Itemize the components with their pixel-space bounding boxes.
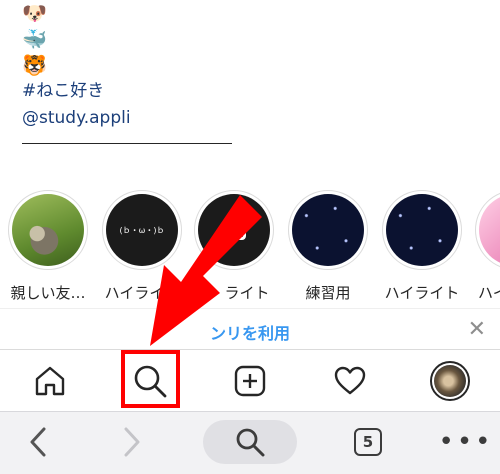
story-highlights: 親しい友… (ｂ・ω・)ｂ ハイライト ライト 練習用 ハイライト ハイ <box>0 190 500 305</box>
highlight-item[interactable]: 親しい友… <box>3 190 93 303</box>
tiger-emoji: 🐯 <box>22 53 47 77</box>
highlight-label: 練習用 <box>305 284 351 302</box>
highlight-item[interactable]: ハイ <box>470 190 500 303</box>
profile-avatar[interactable] <box>428 359 472 403</box>
avatar-image <box>434 365 466 397</box>
more-icon[interactable]: ••• <box>439 420 491 464</box>
bio-mention[interactable]: @study.appli <box>22 105 322 132</box>
bio-hashtag[interactable]: #ねこ好き <box>22 78 322 105</box>
highlight-cover-pink <box>479 194 500 266</box>
highlight-item[interactable]: ライト <box>189 190 279 303</box>
highlight-label: ハイ <box>478 284 500 302</box>
profile-bio: 🐶 🐳 🐯 #ねこ好き @study.appli <box>22 0 322 132</box>
tabs-icon[interactable]: 5 <box>350 420 386 464</box>
browser-toolbar: 5 ••• <box>0 411 500 474</box>
highlight-cover-camera <box>198 194 270 266</box>
open-in-app-banner[interactable]: ンリを利用 ✕ <box>0 308 500 350</box>
highlight-cover-night <box>292 194 364 266</box>
instagram-tab-bar <box>0 351 500 411</box>
activity-heart-icon[interactable] <box>332 363 368 399</box>
highlight-item[interactable]: ハイライト <box>377 190 467 303</box>
new-post-icon[interactable] <box>232 363 268 399</box>
forward-icon[interactable] <box>114 420 150 464</box>
whale-emoji: 🐳 <box>22 27 47 51</box>
bio-divider <box>22 143 232 144</box>
highlight-label: ライト <box>224 284 270 302</box>
highlight-item[interactable]: 練習用 <box>283 190 373 303</box>
tab-count: 5 <box>354 428 382 456</box>
highlight-cover-cat <box>12 194 84 266</box>
back-icon[interactable] <box>20 420 56 464</box>
highlight-label: ハイライト <box>104 284 180 302</box>
highlight-cover-night <box>386 194 458 266</box>
highlight-label: ハイライト <box>384 284 460 302</box>
highlight-annotation-box <box>121 350 180 408</box>
open-in-app-text[interactable]: ンリを利用 <box>210 320 290 344</box>
home-icon[interactable] <box>32 363 68 399</box>
highlight-cover-text: (ｂ・ω・)ｂ <box>106 194 178 266</box>
dog-emoji: 🐶 <box>22 1 47 25</box>
camera-icon <box>224 220 246 240</box>
close-icon[interactable]: ✕ <box>468 317 486 342</box>
search-icon[interactable] <box>203 420 297 464</box>
highlight-cover-caption: (ｂ・ω・)ｂ <box>119 225 165 235</box>
highlight-item[interactable]: (ｂ・ω・)ｂ ハイライト <box>97 190 187 303</box>
highlight-label: 親しい友… <box>10 284 86 302</box>
